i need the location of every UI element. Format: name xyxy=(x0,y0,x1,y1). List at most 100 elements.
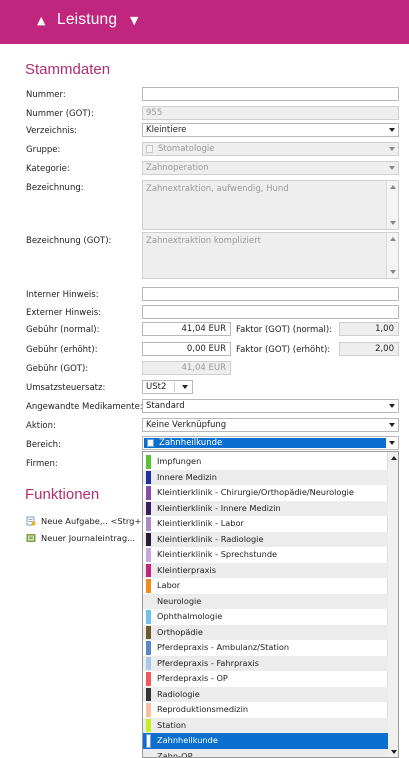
scroll-up-icon xyxy=(390,185,396,189)
kategorie-value: Zahnoperation xyxy=(146,163,209,173)
chevron-down-icon[interactable] xyxy=(389,128,395,132)
color-swatch xyxy=(146,145,153,153)
chevron-down-icon[interactable] xyxy=(182,385,188,389)
nummer-input[interactable] xyxy=(142,87,399,101)
dropdown-option[interactable]: Kleintierklinik - Radiologie xyxy=(143,531,388,547)
dropdown-option[interactable]: Neurologie xyxy=(143,593,388,609)
color-swatch xyxy=(147,439,154,447)
faktor-normal-label: Faktor (GOT) (normal): xyxy=(236,325,333,335)
externer-hinweis-label: Externer Hinweis: xyxy=(26,308,102,318)
chevron-down-icon[interactable] xyxy=(389,441,395,445)
new-journal-entry-action[interactable]: Neuer Journaleintrag... xyxy=(26,533,135,543)
externer-hinweis-input[interactable] xyxy=(142,305,399,319)
color-swatch xyxy=(146,470,151,484)
nummer-label: Nummer: xyxy=(26,90,66,100)
select-divider xyxy=(174,382,175,392)
scroll-up-icon[interactable] xyxy=(390,456,397,460)
gebuehr-erhoeht-label: Gebühr (erhöht): xyxy=(26,345,98,355)
color-swatch xyxy=(146,610,151,624)
color-swatch xyxy=(146,703,151,717)
dropdown-option-label: Pferdepraxis - Fahrpraxis xyxy=(157,657,259,668)
dropdown-option[interactable]: Pferdepraxis - Fahrpraxis xyxy=(143,655,388,671)
chevron-down-icon xyxy=(389,166,395,170)
dropdown-option[interactable]: Orthopädie xyxy=(143,624,388,640)
dropdown-option-label: Kleintierklinik - Labor xyxy=(157,518,244,528)
scroll-down-icon xyxy=(390,221,396,225)
verzeichnis-select[interactable]: Kleintiere xyxy=(142,123,399,137)
new-journal-entry-label: Neuer Journaleintrag... xyxy=(41,533,136,543)
aktion-select[interactable]: Keine Verknüpfung xyxy=(142,418,399,432)
umsatzsteuersatz-select[interactable]: USt2 xyxy=(142,380,193,394)
dropdown-option-label: Kleintierklinik - Innere Medizin xyxy=(157,502,281,513)
color-swatch xyxy=(146,687,151,701)
funktionen-heading: Funktionen xyxy=(25,486,100,503)
medikamente-select[interactable]: Standard xyxy=(142,399,399,413)
dropdown-option[interactable]: Station xyxy=(143,717,388,733)
page-title: Leistung xyxy=(57,11,118,28)
scroll-up-icon xyxy=(390,237,396,241)
color-swatch xyxy=(146,455,151,469)
dropdown-option[interactable]: Kleintierklinik - Sprechstunde xyxy=(143,547,388,563)
bezeichnung-got-value: Zahnextraktion kompliziert xyxy=(146,236,261,246)
bereich-select[interactable]: Zahnheilkunde xyxy=(142,436,399,450)
dropdown-option[interactable]: Pferdepraxis - Ambulanz/Station xyxy=(143,640,388,656)
dropdown-option[interactable]: Reproduktionsmedizin xyxy=(143,702,388,718)
medikamente-value: Standard xyxy=(146,401,185,411)
dropdown-option-label: Kleintierklinik - Radiologie xyxy=(157,533,264,544)
nummer-got-field: 955 xyxy=(142,106,399,120)
dropdown-option[interactable]: Zahn-OP xyxy=(143,748,388,758)
dropdown-option[interactable]: Zahnheilkunde xyxy=(143,733,388,749)
color-swatch xyxy=(146,501,151,515)
color-swatch xyxy=(146,563,151,577)
dropdown-option[interactable]: Innere Medizin xyxy=(143,469,388,485)
umsatzsteuersatz-value: USt2 xyxy=(146,382,167,392)
faktor-erhoeht-field: 2,00 xyxy=(339,342,399,356)
bezeichnung-value: Zahnextraktion, aufwendig, Hund xyxy=(146,184,289,194)
gruppe-value: Stomatologie xyxy=(158,144,215,154)
dropdown-option-label: Neurologie xyxy=(157,595,202,606)
dropdown-option[interactable]: Kleintierklinik - Chirurgie/Orthopädie/N… xyxy=(143,485,388,501)
dropdown-scrollbar[interactable] xyxy=(387,452,398,757)
dropdown-option-label: Impfungen xyxy=(157,456,202,466)
color-swatch xyxy=(146,625,151,639)
gebuehr-normal-input[interactable]: 41,04 EUR xyxy=(142,322,231,336)
color-swatch xyxy=(146,734,151,748)
chevron-down-icon[interactable] xyxy=(389,423,395,427)
color-swatch xyxy=(146,656,151,670)
dropdown-option-label: Pferdepraxis - OP xyxy=(157,673,228,683)
new-task-action[interactable]: Neue Aufgabe,.. <Strg+ xyxy=(26,516,141,526)
dropdown-option[interactable]: Kleintierklinik - Labor xyxy=(143,516,388,532)
interner-hinweis-label: Interner Hinweis: xyxy=(26,290,99,300)
interner-hinweis-input[interactable] xyxy=(142,287,399,301)
color-swatch xyxy=(146,750,151,758)
bezeichnung-textarea: Zahnextraktion, aufwendig, Hund xyxy=(142,180,399,230)
new-journal-entry-icon xyxy=(26,534,36,542)
scroll-down-icon[interactable] xyxy=(390,750,397,754)
textarea-scrollbar xyxy=(386,181,398,229)
chevron-down-icon[interactable] xyxy=(389,404,395,408)
dropdown-option-label: Innere Medizin xyxy=(157,471,217,482)
medikamente-label: Angewandte Medikamente: xyxy=(26,402,143,412)
gebuehr-erhoeht-input[interactable]: 0,00 EUR xyxy=(142,342,231,356)
dropdown-option[interactable]: Kleintierpraxis xyxy=(143,562,388,578)
bereich-dropdown-list[interactable]: Impfungen Innere Medizin Kleintierklinik -… xyxy=(142,451,399,758)
dropdown-option[interactable]: Kleintierklinik - Innere Medizin xyxy=(143,500,388,516)
bezeichnung-got-textarea: Zahnextraktion kompliziert xyxy=(142,232,399,279)
triangle-up-icon[interactable]: ▲ xyxy=(37,14,45,27)
dropdown-option-label: Reproduktionsmedizin xyxy=(157,704,249,714)
faktor-normal-field: 1,00 xyxy=(339,322,399,336)
verzeichnis-label: Verzeichnis: xyxy=(26,126,78,136)
dropdown-option[interactable]: Radiologie xyxy=(143,686,388,702)
dropdown-option[interactable]: Impfungen xyxy=(143,454,388,470)
dropdown-option[interactable]: Labor xyxy=(143,578,388,594)
bereich-label: Bereich: xyxy=(26,440,61,450)
kategorie-label: Kategorie: xyxy=(26,164,70,174)
dropdown-option[interactable]: Pferdepraxis - OP xyxy=(143,671,388,687)
dropdown-option-label: Labor xyxy=(157,580,181,590)
dropdown-option-label: Kleintierklinik - Chirurgie/Orthopädie/N… xyxy=(157,487,354,497)
umsatzsteuersatz-label: Umsatzsteuersatz: xyxy=(26,383,106,393)
bezeichnung-label: Bezeichnung: xyxy=(26,183,84,193)
triangle-down-icon[interactable]: ▼ xyxy=(130,14,138,27)
dropdown-option[interactable]: Ophthalmologie xyxy=(143,609,388,625)
dropdown-option-label: Station xyxy=(157,719,187,730)
